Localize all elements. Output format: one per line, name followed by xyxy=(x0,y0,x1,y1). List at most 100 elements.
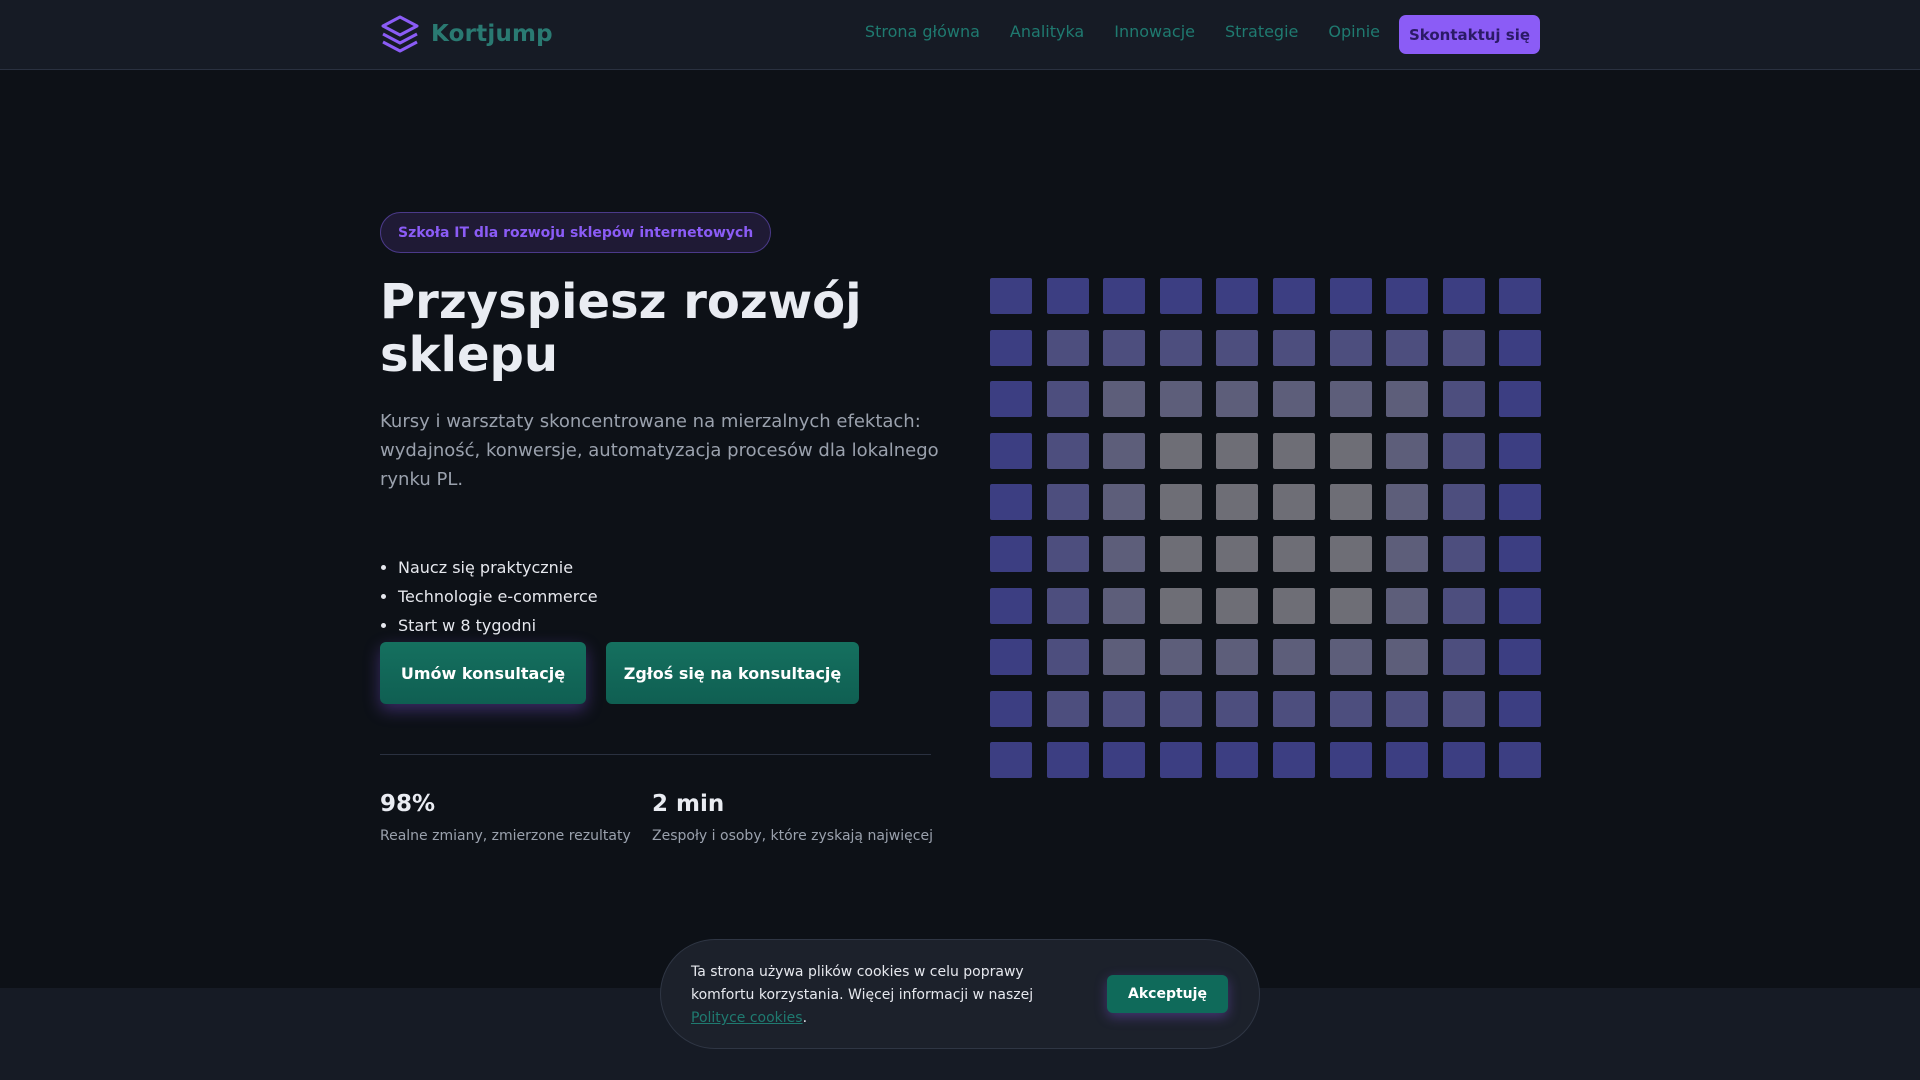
grid-tile xyxy=(1329,329,1372,366)
grid-tile xyxy=(1216,587,1259,624)
grid-tile xyxy=(1386,484,1429,521)
grid-tile xyxy=(1103,690,1146,727)
grid-tile xyxy=(1386,381,1429,418)
accept-cookies-button[interactable]: Akceptuję xyxy=(1107,975,1228,1013)
grid-tile xyxy=(990,329,1032,366)
grid-tile xyxy=(1103,278,1146,314)
grid-tile xyxy=(1442,587,1485,624)
cookie-text: Ta strona używa plików cookies w celu po… xyxy=(691,961,1087,1030)
stat-block: 2 min Zespoły i osoby, które zyskają naj… xyxy=(652,790,933,844)
grid-tile xyxy=(1216,639,1259,676)
grid-tile xyxy=(1046,742,1089,779)
contact-button[interactable]: Skontaktuj się xyxy=(1399,15,1540,54)
grid-tile xyxy=(1046,536,1089,572)
stats-divider xyxy=(380,754,931,755)
grid-tile xyxy=(1499,587,1542,624)
grid-tile xyxy=(1159,536,1202,572)
grid-tile xyxy=(1046,432,1089,469)
grid-tile xyxy=(1442,536,1485,572)
nav-item-strategies[interactable]: Strategie xyxy=(1225,22,1298,41)
grid-tile xyxy=(1499,329,1542,366)
grid-tile xyxy=(1499,639,1542,676)
grid-tile xyxy=(1386,536,1429,572)
grid-tile xyxy=(1046,587,1089,624)
grid-tile xyxy=(1329,690,1372,727)
grid-tile xyxy=(1216,432,1259,469)
grid-tile xyxy=(1273,587,1315,624)
grid-tile xyxy=(1103,587,1146,624)
nav-item-analytics[interactable]: Analityka xyxy=(1010,22,1084,41)
main-nav: Strona główna Analityka Innowacje Strate… xyxy=(865,22,1380,41)
grid-tile xyxy=(1442,742,1485,779)
grid-tile xyxy=(1329,742,1372,779)
grid-tile xyxy=(990,432,1032,469)
grid-tile xyxy=(990,587,1032,624)
grid-tile xyxy=(1216,536,1259,572)
grid-tile xyxy=(1046,381,1089,418)
grid-tile xyxy=(1159,587,1202,624)
grid-tile xyxy=(990,690,1032,727)
stat-value: 2 min xyxy=(652,791,725,817)
grid-tile xyxy=(1159,639,1202,676)
grid-tile xyxy=(1442,690,1485,727)
grid-tile xyxy=(1159,278,1202,314)
grid-tile xyxy=(1046,278,1089,314)
grid-tile xyxy=(1499,742,1542,779)
grid-tile xyxy=(990,381,1032,418)
grid-tile xyxy=(1216,329,1259,366)
grid-tile xyxy=(1103,381,1146,418)
grid-tile xyxy=(1442,484,1485,521)
logo[interactable]: Kortjump xyxy=(380,14,553,54)
grid-tile xyxy=(1442,329,1485,366)
stat-value: 98% xyxy=(380,791,436,817)
nav-item-reviews[interactable]: Opinie xyxy=(1328,22,1380,41)
cookie-banner: Ta strona używa plików cookies w celu po… xyxy=(660,939,1260,1049)
cookie-message-end: . xyxy=(802,1010,808,1026)
grid-tile xyxy=(990,484,1032,521)
grid-tile xyxy=(1159,432,1202,469)
cookie-policy-link[interactable]: Polityce cookies xyxy=(691,1010,803,1026)
stat-block: 98% Realne zmiany, zmierzone rezultaty xyxy=(380,790,631,844)
grid-tile xyxy=(1273,639,1315,676)
grid-tile xyxy=(1216,381,1259,418)
grid-tile xyxy=(1329,587,1372,624)
feature-list: Naucz się praktycznie Technologie e-comm… xyxy=(398,553,598,640)
grid-tile xyxy=(1046,690,1089,727)
grid-tile xyxy=(1386,639,1429,676)
grid-tile xyxy=(1273,742,1315,779)
grid-tile xyxy=(990,742,1032,779)
nav-item-innovations[interactable]: Innowacje xyxy=(1114,22,1195,41)
grid-tile xyxy=(1329,536,1372,572)
apply-consultation-button[interactable]: Zgłoś się na konsultację xyxy=(606,642,859,704)
grid-tile xyxy=(1103,639,1146,676)
grid-tile xyxy=(1103,742,1146,779)
grid-tile xyxy=(1159,742,1202,779)
grid-tile xyxy=(1499,381,1542,418)
grid-tile xyxy=(1103,432,1146,469)
grid-tile xyxy=(1273,536,1315,572)
hero-badge: Szkoła IT dla rozwoju sklepów internetow… xyxy=(380,212,772,253)
hero-subtitle: Kursy i warsztaty skoncentrowane na mier… xyxy=(380,411,939,490)
grid-tile xyxy=(1386,690,1429,727)
grid-tile xyxy=(990,536,1032,572)
grid-tile xyxy=(1442,381,1485,418)
grid-tile xyxy=(1216,278,1259,314)
grid-tile xyxy=(1499,278,1542,314)
grid-tile xyxy=(1386,278,1429,314)
grid-tile xyxy=(1386,742,1429,779)
grid-tile xyxy=(1273,381,1315,418)
stat-label: Zespoły i osoby, które zyskają najwięcej xyxy=(652,828,933,844)
grid-tile xyxy=(1329,432,1372,469)
grid-tile xyxy=(1442,278,1485,314)
book-consultation-button[interactable]: Umów konsultację xyxy=(380,642,586,704)
nav-item-home[interactable]: Strona główna xyxy=(865,22,980,41)
grid-tile xyxy=(1046,639,1089,676)
stat-label: Realne zmiany, zmierzone rezultaty xyxy=(380,828,631,844)
grid-tile xyxy=(1442,432,1485,469)
grid-tile xyxy=(1273,484,1315,521)
feature-item: Start w 8 tygodni xyxy=(398,611,598,640)
grid-tile xyxy=(1273,278,1315,314)
grid-tile xyxy=(1159,329,1202,366)
grid-tile xyxy=(1103,536,1146,572)
grid-tile xyxy=(990,278,1032,314)
